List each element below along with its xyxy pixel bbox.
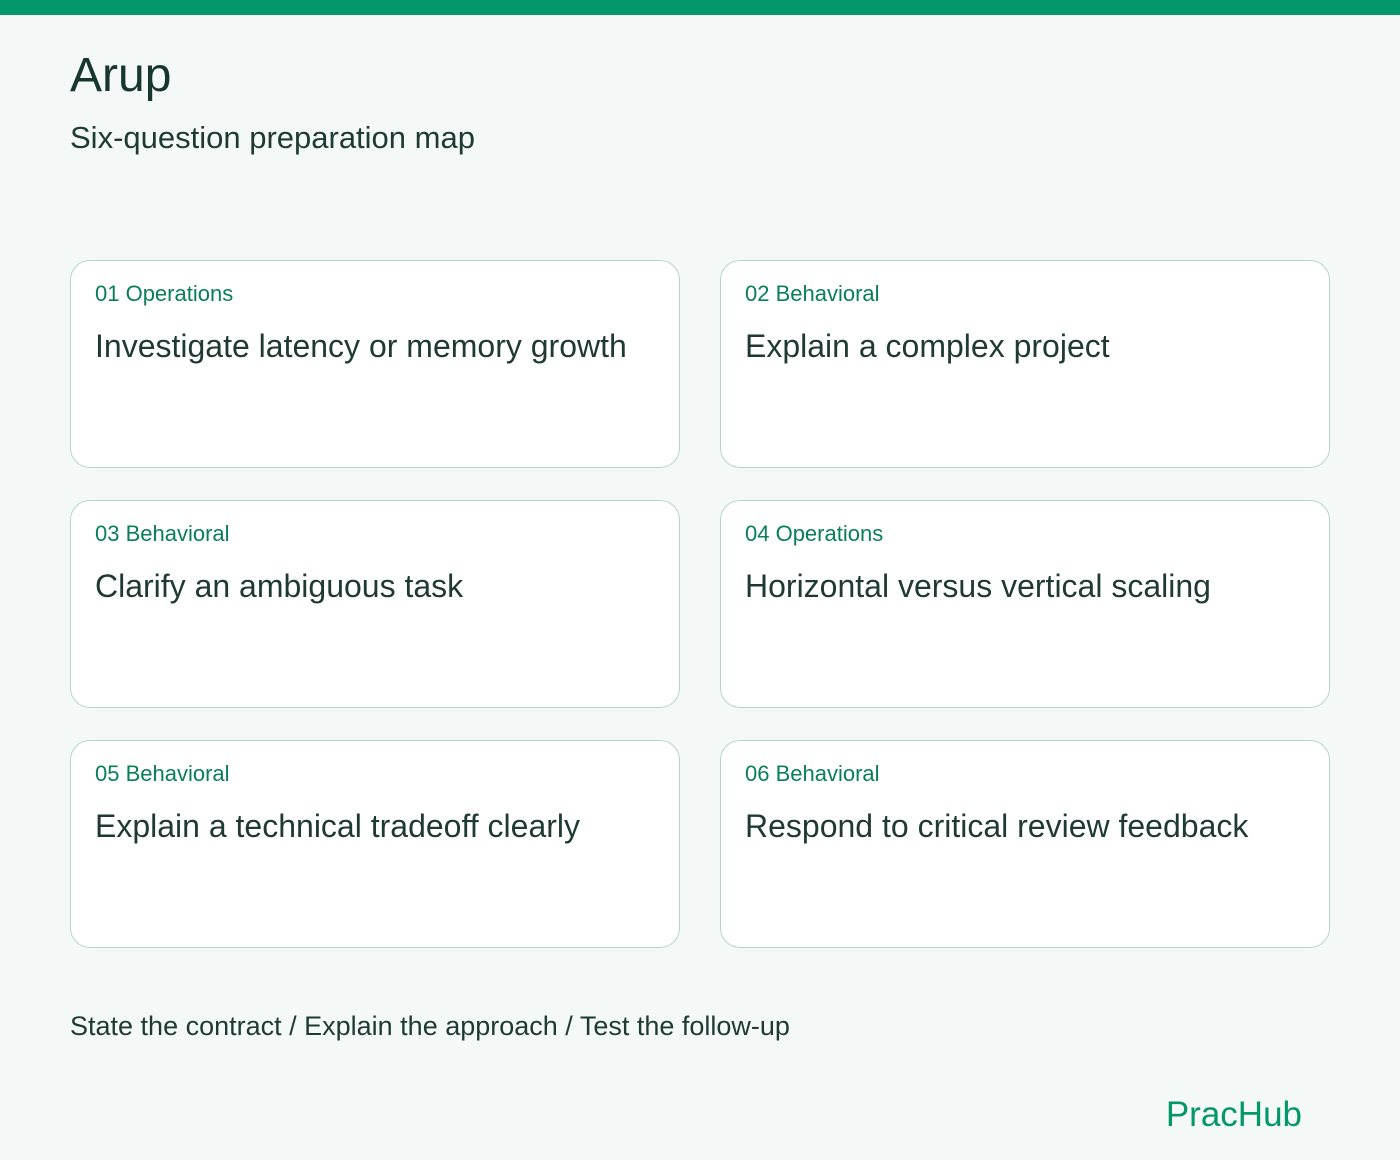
method-steps-note: State the contract / Explain the approac… xyxy=(70,1011,790,1041)
question-tag: 04 Operations xyxy=(745,521,884,546)
question-title: Explain a technical tradeoff clearly xyxy=(95,808,581,844)
question-card-02[interactable]: 02 Behavioral Explain a complex project xyxy=(720,260,1330,468)
question-title: Investigate latency or memory growth xyxy=(95,328,627,364)
question-tag: 01 Operations xyxy=(95,281,234,306)
question-card-03[interactable]: 03 Behavioral Clarify an ambiguous task xyxy=(70,500,680,708)
question-tag: 03 Behavioral xyxy=(95,521,230,546)
question-card-01[interactable]: 01 Operations Investigate latency or mem… xyxy=(70,260,680,468)
question-title: Horizontal versus vertical scaling xyxy=(745,568,1211,604)
question-title: Respond to critical review feedback xyxy=(745,808,1249,844)
question-title: Clarify an ambiguous task xyxy=(95,568,464,604)
top-accent-bar xyxy=(0,0,1400,15)
question-tag: 06 Behavioral xyxy=(745,761,880,786)
question-card-06[interactable]: 06 Behavioral Respond to critical review… xyxy=(720,740,1330,948)
page-subtitle: Six-question preparation map xyxy=(70,120,475,155)
question-tag: 02 Behavioral xyxy=(745,281,880,306)
question-card-04[interactable]: 04 Operations Horizontal versus vertical… xyxy=(720,500,1330,708)
page-title: Arup xyxy=(70,49,172,102)
brand-logo-text: PracHub xyxy=(1165,1095,1302,1134)
question-title: Explain a complex project xyxy=(745,328,1110,364)
question-card-05[interactable]: 05 Behavioral Explain a technical tradeo… xyxy=(70,740,680,948)
question-tag: 05 Behavioral xyxy=(95,761,230,786)
